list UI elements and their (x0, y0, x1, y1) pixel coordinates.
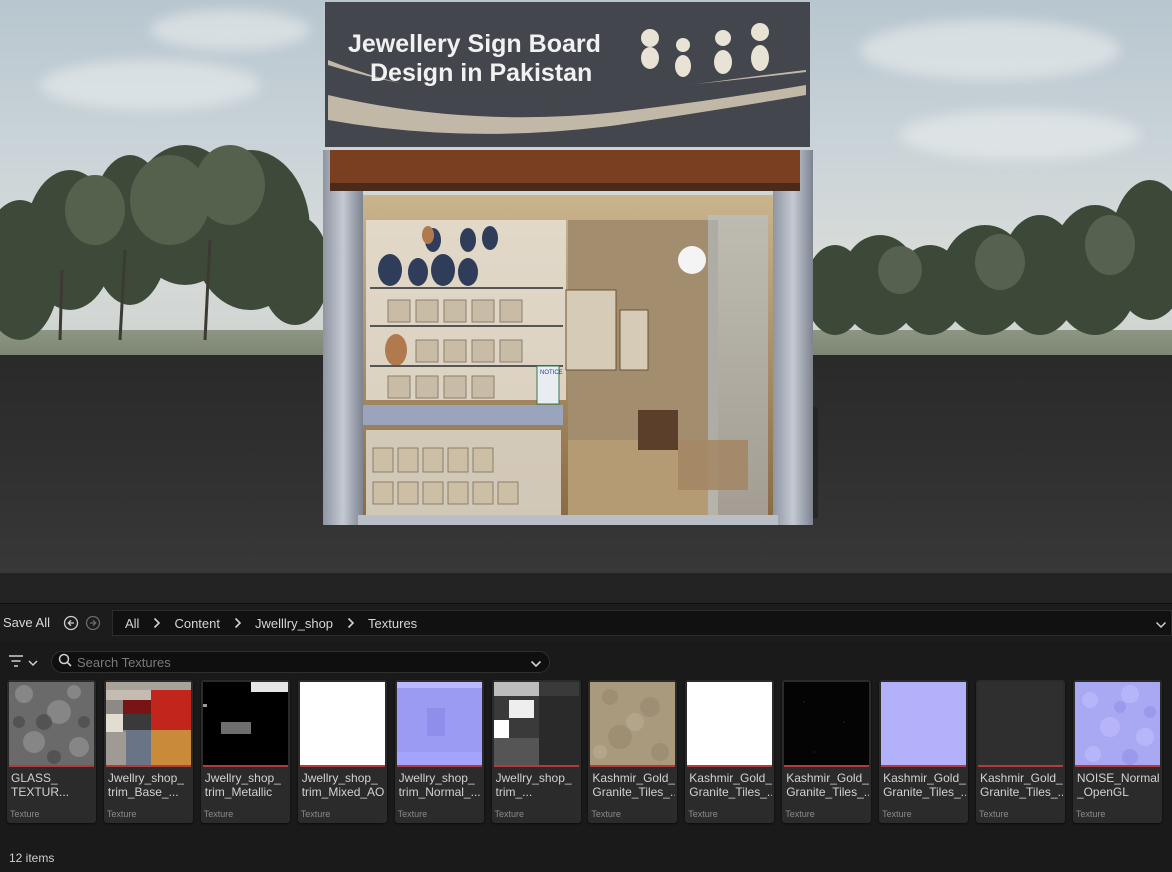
asset-thumbnail (493, 682, 579, 766)
asset-type-underline (784, 765, 870, 767)
asset-tile[interactable]: Kashmir_Gold_ Granite_Tiles_... Texture (685, 680, 775, 823)
chevron-right-icon[interactable] (347, 617, 355, 629)
asset-tile[interactable]: Jwellry_shop_ trim_Mixed_AO Texture (297, 680, 387, 823)
asset-type: Texture (688, 809, 718, 819)
asset-type-underline (299, 765, 385, 767)
asset-type: Texture (10, 809, 40, 819)
breadcrumb-jwelllry-shop[interactable]: Jwelllry_shop (255, 616, 333, 631)
asset-type: Texture (979, 809, 1009, 819)
asset-thumbnail (1074, 682, 1160, 766)
asset-thumbnail (590, 682, 676, 766)
asset-thumbnail (881, 682, 967, 766)
breadcrumb-content[interactable]: Content (174, 616, 220, 631)
asset-type-underline (9, 765, 94, 767)
asset-type-underline (105, 765, 191, 767)
jewellery-shop-model[interactable]: Jewellery Sign Board Design in Pakistan (318, 0, 818, 528)
search-box (51, 651, 550, 673)
content-browser-toolbar: Save All All Content Jwelllry_shop Textu… (0, 604, 1172, 642)
save-all-button[interactable]: Save All (0, 604, 56, 642)
asset-name: Jwellry_shop_ trim_Mixed_AO (301, 771, 385, 799)
asset-name: Kashmir_Gold_ Granite_Tiles_... (592, 771, 676, 799)
asset-type-underline (493, 765, 579, 767)
asset-type-underline (978, 765, 1063, 767)
asset-name: Jwellry_shop_ trim_Base_... (107, 771, 184, 799)
level-viewport[interactable]: Jewellery Sign Board Design in Pakistan (0, 0, 1172, 603)
asset-type: Texture (1075, 809, 1106, 819)
asset-tile[interactable]: Kashmir_Gold_ Granite_Tiles_... Texture (879, 680, 969, 823)
sign-text-line2: Design in Pakistan (370, 59, 592, 87)
asset-name: Jwellry_shop_ trim_... (495, 771, 572, 799)
asset-thumbnail (299, 682, 385, 766)
chevron-down-icon (28, 654, 38, 672)
asset-tile[interactable]: NOISE_Normal _OpenGL Texture (1072, 680, 1162, 823)
asset-type: Texture (591, 809, 621, 819)
content-browser: Save All All Content Jwelllry_shop Textu… (0, 603, 1172, 872)
asset-name: Kashmir_Gold_ Granite_Tiles_... (786, 771, 870, 799)
asset-type: Texture (397, 809, 428, 819)
asset-type-underline (687, 765, 773, 767)
breadcrumb-textures[interactable]: Textures (368, 616, 417, 631)
asset-tile[interactable]: Kashmir_Gold_ Granite_Tiles_... Texture (976, 680, 1065, 823)
asset-tile[interactable]: Kashmir_Gold_ Granite_Tiles_... Texture (782, 680, 872, 823)
breadcrumb: All Content Jwelllry_shop Textures (112, 610, 1172, 636)
asset-type: Texture (300, 809, 331, 819)
asset-type-underline (590, 765, 676, 767)
chevron-down-icon[interactable] (530, 656, 542, 674)
chevron-down-icon[interactable] (1155, 617, 1167, 635)
asset-grid: GLASS_ TEXTUR... Texture Jwellry_shop_ tri… (7, 680, 1167, 825)
asset-thumbnail (978, 682, 1063, 766)
asset-thumbnail (396, 682, 482, 766)
asset-tile[interactable]: GLASS_ TEXTUR... Texture (7, 680, 96, 823)
asset-tile[interactable]: Kashmir_Gold_ Granite_Tiles_... Texture (588, 680, 678, 823)
asset-thumbnail (784, 682, 870, 766)
asset-thumbnail (9, 682, 94, 766)
search-row (0, 650, 1172, 676)
asset-name: Jwellry_shop_ trim_Metallic (204, 771, 281, 799)
asset-type: Texture (203, 809, 234, 819)
scene-render: Jewellery Sign Board Design in Pakistan (0, 0, 1172, 603)
asset-name: Kashmir_Gold_ Granite_Tiles_... (883, 771, 967, 799)
search-input[interactable] (77, 654, 517, 670)
breadcrumb-all[interactable]: All (125, 616, 139, 631)
asset-type-underline (881, 765, 967, 767)
asset-tile[interactable]: Jwellry_shop_ trim_Base_... Texture (103, 680, 193, 823)
search-icon (58, 653, 72, 672)
notice-sign: NOTICE (540, 370, 563, 376)
back-arrow-icon[interactable] (60, 612, 82, 634)
filter-button[interactable] (8, 652, 46, 674)
asset-thumbnail (687, 682, 773, 766)
chevron-right-icon[interactable] (234, 617, 242, 629)
asset-name: Kashmir_Gold_ Granite_Tiles_... (980, 771, 1063, 799)
forward-arrow-icon[interactable] (82, 612, 104, 634)
filter-icon (8, 654, 24, 673)
asset-type: Texture (106, 809, 137, 819)
asset-type-underline (1074, 765, 1160, 767)
asset-name: GLASS_ TEXTUR... (11, 771, 70, 799)
asset-name: Jwellry_shop_ trim_Normal_... (398, 771, 481, 799)
asset-type: Texture (785, 809, 815, 819)
asset-tile[interactable]: Jwellry_shop_ trim_... Texture (491, 680, 581, 823)
asset-type: Texture (882, 809, 912, 819)
asset-thumbnail (105, 682, 191, 766)
sign-text-line1: Jewellery Sign Board (348, 30, 601, 58)
chevron-right-icon[interactable] (153, 617, 161, 629)
item-count: 12 items (9, 851, 55, 865)
asset-type: Texture (494, 809, 525, 819)
asset-name: NOISE_Normal _OpenGL (1076, 771, 1160, 799)
asset-thumbnail (202, 682, 288, 766)
asset-tile[interactable]: Jwellry_shop_ trim_Metallic Texture (200, 680, 290, 823)
asset-type-underline (396, 765, 482, 767)
asset-type-underline (202, 765, 288, 767)
asset-tile[interactable]: Jwellry_shop_ trim_Normal_... Texture (394, 680, 484, 823)
asset-name: Kashmir_Gold_ Granite_Tiles_... (689, 771, 773, 799)
